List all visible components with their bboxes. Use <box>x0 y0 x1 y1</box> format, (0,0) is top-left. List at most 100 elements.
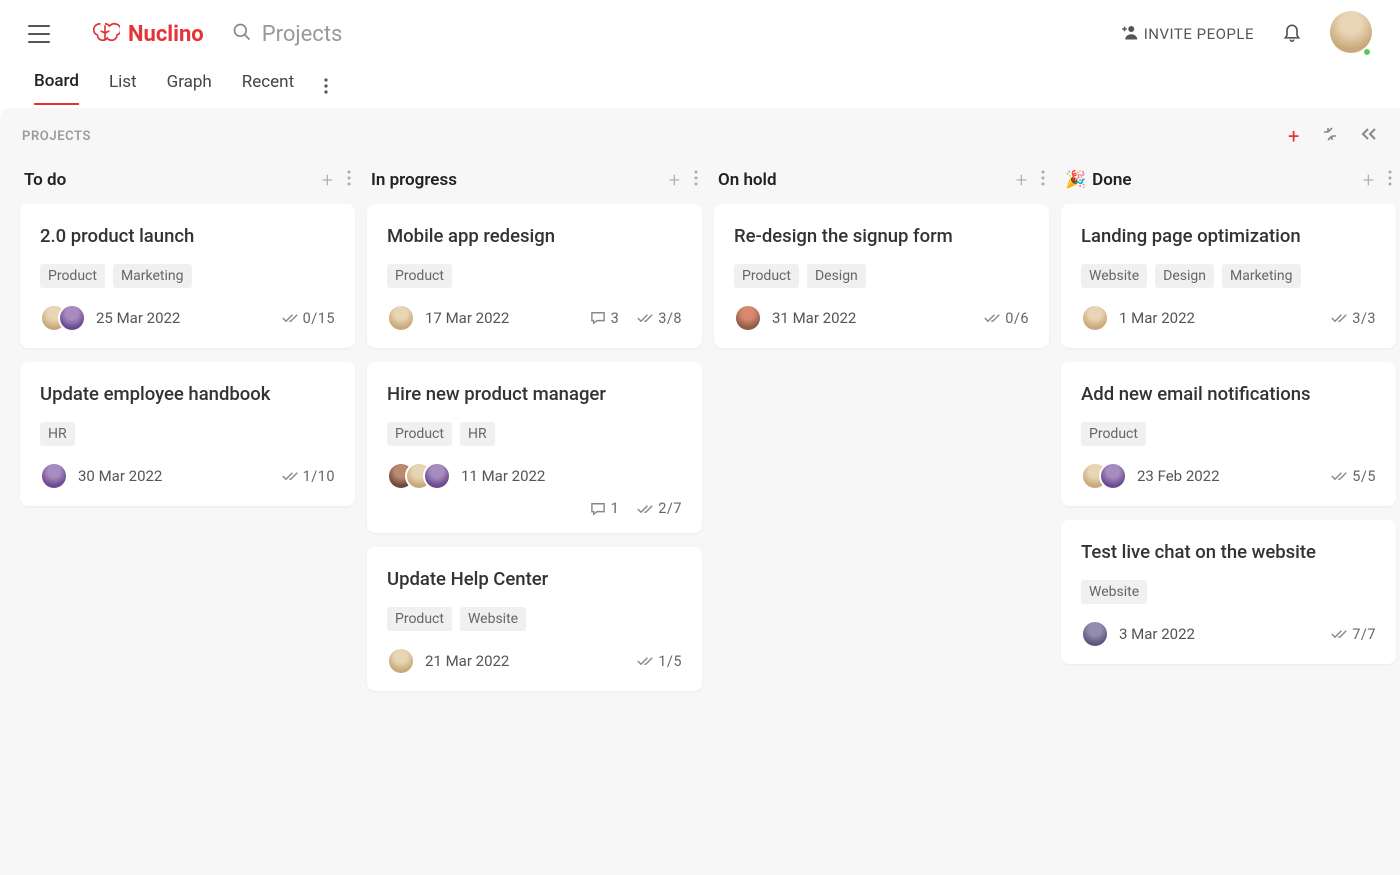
assignee-avatars <box>734 304 762 332</box>
tag: HR <box>40 422 75 446</box>
tag: Design <box>807 264 866 288</box>
due-date: 30 Mar 2022 <box>78 467 162 485</box>
assignee-avatars <box>1081 462 1127 490</box>
search-input[interactable]: Projects <box>232 22 1120 47</box>
comment-count: 1 <box>590 500 620 517</box>
tab-board[interactable]: Board <box>34 71 79 105</box>
tag: Product <box>1081 422 1146 446</box>
tab-list[interactable]: List <box>109 72 137 104</box>
avatar <box>1081 620 1109 648</box>
tag: Marketing <box>113 264 192 288</box>
card-title: Add new email notifications <box>1081 382 1376 406</box>
card[interactable]: Update Help Center Product Website 21 Mar 2… <box>367 547 702 691</box>
assignee-avatars <box>1081 304 1109 332</box>
task-progress: 7/7 <box>1331 626 1376 643</box>
column-title: On hold <box>718 170 777 190</box>
tag-list: Product Marketing <box>40 264 335 288</box>
profile-avatar[interactable] <box>1330 11 1372 57</box>
avatar <box>58 304 86 332</box>
invite-people-button[interactable]: INVITE PEOPLE <box>1120 24 1254 44</box>
tab-recent[interactable]: Recent <box>242 72 294 104</box>
add-card-button[interactable]: + <box>1016 170 1027 190</box>
tab-graph[interactable]: Graph <box>167 72 212 104</box>
card-title: Update Help Center <box>387 567 682 591</box>
task-progress: 0/15 <box>282 310 335 327</box>
card[interactable]: Mobile app redesignProduct17 Mar 202233/… <box>367 204 702 348</box>
avatar <box>387 647 415 675</box>
add-card-button[interactable]: + <box>1363 170 1374 190</box>
tag: Product <box>40 264 105 288</box>
card[interactable]: Hire new product managerProductHR11 Mar … <box>367 362 702 533</box>
brain-icon <box>90 20 120 48</box>
column-menu-button[interactable] <box>1041 170 1045 190</box>
logo[interactable]: Nuclino <box>90 20 204 48</box>
online-status-icon <box>1362 47 1372 57</box>
card[interactable]: 2.0 product launch Product Marketing 25 Mar… <box>20 204 355 348</box>
person-add-icon <box>1120 24 1138 44</box>
column-menu-button[interactable] <box>347 170 351 190</box>
comment-count: 3 <box>590 310 620 327</box>
column-menu-button[interactable] <box>694 170 698 190</box>
tab-more-button[interactable] <box>324 78 328 98</box>
task-progress: 3/3 <box>1331 310 1376 327</box>
add-card-button[interactable]: + <box>322 170 333 190</box>
column: In progress+Mobile app redesignProduct17… <box>367 162 702 705</box>
task-progress: 1/5 <box>637 653 682 670</box>
invite-label: INVITE PEOPLE <box>1144 25 1254 43</box>
tag: Marketing <box>1222 264 1301 288</box>
task-progress: 1/10 <box>282 468 335 485</box>
avatar <box>734 304 762 332</box>
assignee-avatars <box>387 462 451 490</box>
card[interactable]: Add new email notificationsProduct23 Feb… <box>1061 362 1396 506</box>
tag: Product <box>387 264 452 288</box>
card-title: Test live chat on the website <box>1081 540 1376 564</box>
card[interactable]: Test live chat on the website Website 3 Ma… <box>1061 520 1396 664</box>
tag-list: WebsiteDesignMarketing <box>1081 264 1376 288</box>
tag: Design <box>1155 264 1214 288</box>
task-progress: 2/7 <box>637 500 682 517</box>
tag: Website <box>460 607 526 631</box>
add-button[interactable]: + <box>1288 124 1300 148</box>
avatar <box>1081 304 1109 332</box>
card[interactable]: Re-design the signup form Product Design 31… <box>714 204 1049 348</box>
column-title: 🎉Done <box>1065 170 1132 190</box>
avatar <box>40 462 68 490</box>
tag: Product <box>387 607 452 631</box>
card[interactable]: Landing page optimizationWebsiteDesignMa… <box>1061 204 1396 348</box>
due-date: 31 Mar 2022 <box>772 309 856 327</box>
assignee-avatars <box>40 462 68 490</box>
due-date: 21 Mar 2022 <box>425 652 509 670</box>
card-title: Re-design the signup form <box>734 224 1029 248</box>
tag-list: Product Design <box>734 264 1029 288</box>
tag-list: Product <box>1081 422 1376 446</box>
notifications-button[interactable] <box>1282 21 1302 47</box>
card-title: Mobile app redesign <box>387 224 682 248</box>
column-menu-button[interactable] <box>1388 170 1392 190</box>
column: On hold + Re-design the signup form Product… <box>714 162 1049 705</box>
tag: HR <box>460 422 495 446</box>
card[interactable]: Update employee handbook HR 30 Mar 2022 1/1… <box>20 362 355 506</box>
column: To do+2.0 product launchProductMarketing… <box>20 162 355 705</box>
board-breadcrumb: PROJECTS <box>22 129 91 144</box>
assignee-avatars <box>40 304 86 332</box>
avatar <box>423 462 451 490</box>
assignee-avatars <box>1081 620 1109 648</box>
chevron-left-double-icon[interactable] <box>1360 127 1378 145</box>
tag-list: Website <box>1081 580 1376 604</box>
tag: Product <box>387 422 452 446</box>
tag: Website <box>1081 580 1147 604</box>
tag-list: Product HR <box>387 422 682 446</box>
card-title: Update employee handbook <box>40 382 335 406</box>
due-date: 3 Mar 2022 <box>1119 625 1195 643</box>
add-card-button[interactable]: + <box>669 170 680 190</box>
search-icon <box>232 22 252 46</box>
tag: Product <box>734 264 799 288</box>
assignee-avatars <box>387 304 415 332</box>
avatar <box>1099 462 1127 490</box>
avatar <box>387 304 415 332</box>
collapse-icon[interactable] <box>1322 126 1338 146</box>
due-date: 25 Mar 2022 <box>96 309 180 327</box>
menu-button[interactable] <box>28 25 50 43</box>
column: 🎉Done + Landing page optimizationWebsiteDe… <box>1061 162 1396 705</box>
card-title: 2.0 product launch <box>40 224 335 248</box>
